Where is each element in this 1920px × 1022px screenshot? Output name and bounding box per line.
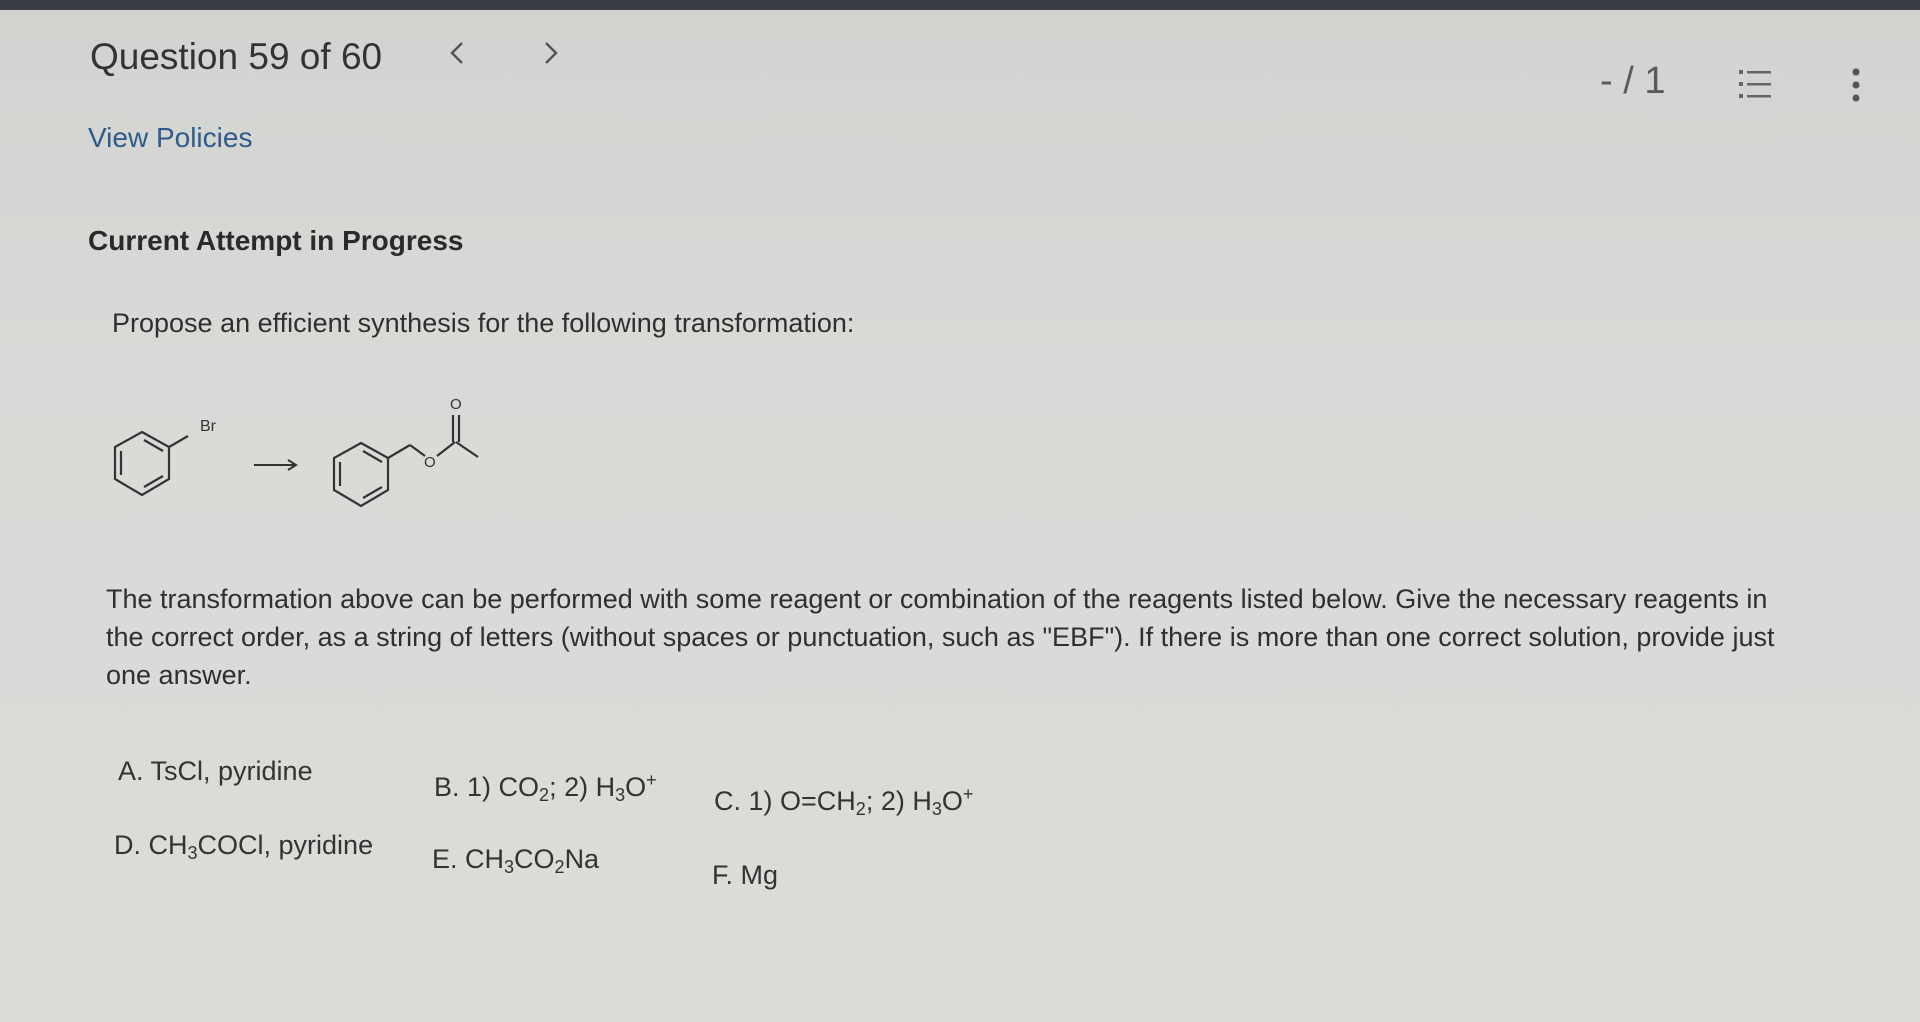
option-e: E. CH3CO2Na (432, 844, 600, 877)
window-top-edge (0, 0, 1920, 10)
question-list-button[interactable] (1738, 64, 1772, 104)
benzyl-acetate-structure (332, 415, 479, 508)
option-c: C. 1) O=CH2; 2) H3O+ (714, 784, 974, 819)
view-policies-link[interactable]: View Policies (88, 122, 252, 154)
option-b: B. 1) CO2; 2) H3O+ (434, 770, 657, 805)
carbonyl-oxygen-label: O (450, 396, 462, 413)
attempt-status: Current Attempt in Progress (88, 225, 464, 256)
score-display: - / 1 (1600, 60, 1666, 102)
option-f: F. Mg (712, 860, 779, 890)
ester-oxygen-label: O (424, 454, 436, 471)
option-d: D. CH3COCl, pyridine (114, 830, 374, 863)
more-options-button[interactable] (1850, 64, 1862, 106)
chevron-left-icon (450, 42, 463, 64)
list-icon (1739, 70, 1771, 98)
reaction-scheme: Br O O (113, 396, 479, 508)
previous-question-button[interactable] (446, 38, 468, 77)
question-prompt: Propose an efficient synthesis for the f… (112, 308, 855, 338)
reaction-arrow-icon (254, 459, 298, 471)
option-a: A. TsCl, pyridine (118, 756, 313, 786)
more-vertical-icon (1852, 68, 1860, 102)
chevron-right-icon (545, 42, 558, 64)
benzyl-bromide-structure (113, 430, 189, 497)
question-instructions: The transformation above can be performe… (106, 584, 1775, 690)
reactant-bromine-label: Br (200, 418, 217, 435)
next-question-button[interactable] (540, 38, 562, 77)
question-counter: Question 59 of 60 (90, 36, 383, 77)
